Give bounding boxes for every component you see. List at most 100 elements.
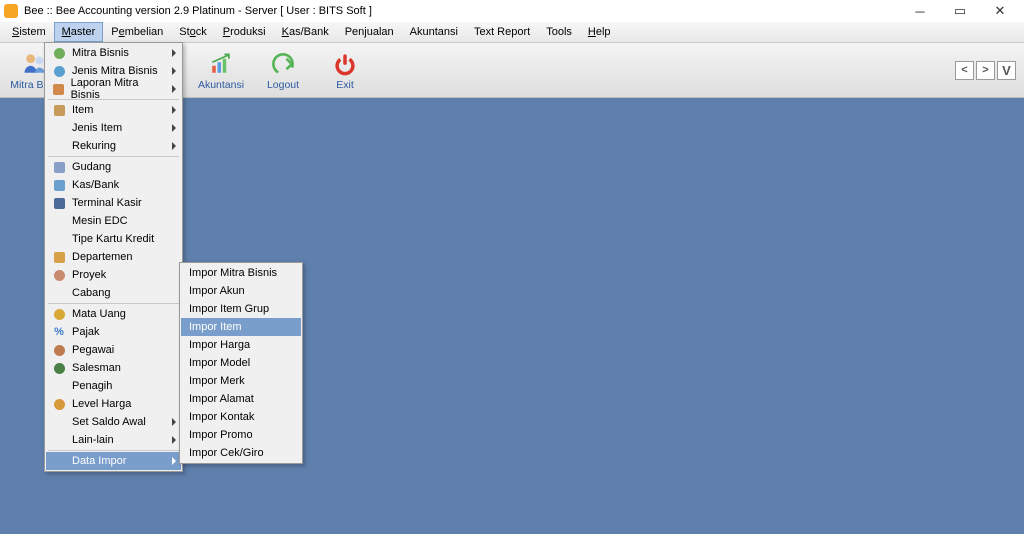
history-nav: < > V (955, 61, 1016, 80)
submenu-item-label: Impor Harga (189, 339, 250, 351)
submenu-item-label: Impor Merk (189, 375, 245, 387)
level-icon (50, 396, 68, 412)
menu-item-mesin-edc[interactable]: Mesin EDC (46, 212, 181, 230)
submenu-impor-item-grup[interactable]: Impor Item Grup (181, 300, 301, 318)
menu-item-label: Tipe Kartu Kredit (72, 233, 154, 245)
menu-item-gudang[interactable]: Gudang (46, 158, 181, 176)
submenu-impor-promo[interactable]: Impor Promo (181, 426, 301, 444)
maximize-button[interactable]: ▭ (940, 0, 980, 22)
menu-item-label: Set Saldo Awal (72, 416, 146, 428)
menu-item-data-impor[interactable]: Data Impor (46, 452, 181, 470)
nav-prev[interactable]: < (955, 61, 974, 80)
application-window: Bee :: Bee Accounting version 2.9 Platin… (0, 0, 1024, 534)
toolbar-exit[interactable]: Exit (314, 45, 376, 95)
department-icon (50, 249, 68, 265)
toolbar-label: Logout (267, 79, 299, 91)
menu-item-penagih[interactable]: Penagih (46, 377, 181, 395)
menu-item-label: Lain-lain (72, 434, 114, 446)
submenu-item-label: Impor Akun (189, 285, 245, 297)
nav-v[interactable]: V (997, 61, 1016, 80)
menu-item-cabang[interactable]: Cabang (46, 284, 181, 302)
report-icon (50, 81, 67, 97)
menu-stock[interactable]: Stock (171, 22, 215, 42)
master-dropdown: Mitra Bisnis Jenis Mitra Bisnis Laporan … (44, 42, 183, 472)
menu-item-mata-uang[interactable]: Mata Uang (46, 305, 181, 323)
logout-icon (269, 50, 297, 78)
menu-item-label: Pajak (72, 326, 100, 338)
menu-item-tipe-kartu-kredit[interactable]: Tipe Kartu Kredit (46, 230, 181, 248)
submenu-impor-cek-giro[interactable]: Impor Cek/Giro (181, 444, 301, 462)
toolbar-label: Exit (336, 79, 354, 91)
menu-item-label: Gudang (72, 161, 111, 173)
toolbar-label: Akuntansi (198, 79, 244, 91)
menubar: Sistem Master Pembelian Stock Produksi K… (0, 22, 1024, 43)
submenu-item-label: Impor Alamat (189, 393, 254, 405)
person-icon (50, 45, 68, 61)
salesman-icon (50, 360, 68, 376)
warehouse-icon (50, 159, 68, 175)
menu-item-kas-bank[interactable]: Kas/Bank (46, 176, 181, 194)
menu-sistem[interactable]: Sistem (4, 22, 54, 42)
menu-item-level-harga[interactable]: Level Harga (46, 395, 181, 413)
employee-icon (50, 342, 68, 358)
submenu-impor-alamat[interactable]: Impor Alamat (181, 390, 301, 408)
chart-icon (207, 50, 235, 78)
submenu-item-label: Impor Item Grup (189, 303, 269, 315)
project-icon (50, 267, 68, 283)
menu-item-label: Mesin EDC (72, 215, 128, 227)
menu-produksi[interactable]: Produksi (215, 22, 274, 42)
percent-icon: % (50, 324, 68, 340)
menu-help[interactable]: Help (580, 22, 619, 42)
menu-item-terminal-kasir[interactable]: Terminal Kasir (46, 194, 181, 212)
submenu-item-label: Impor Cek/Giro (189, 447, 264, 459)
menu-item-laporan-mitra-bisnis[interactable]: Laporan Mitra Bisnis (46, 80, 181, 98)
menu-item-jenis-item[interactable]: Jenis Item (46, 119, 181, 137)
menu-kasbank[interactable]: Kas/Bank (274, 22, 337, 42)
menu-item-item[interactable]: Item (46, 101, 181, 119)
menu-item-label: Mitra Bisnis (72, 47, 129, 59)
menu-item-pegawai[interactable]: Pegawai (46, 341, 181, 359)
toolbar-akuntansi[interactable]: Akuntansi (190, 45, 252, 95)
submenu-impor-harga[interactable]: Impor Harga (181, 336, 301, 354)
menu-item-label: Item (72, 104, 93, 116)
submenu-impor-kontak[interactable]: Impor Kontak (181, 408, 301, 426)
submenu-impor-model[interactable]: Impor Model (181, 354, 301, 372)
menu-item-label: Pegawai (72, 344, 114, 356)
menu-item-rekuring[interactable]: Rekuring (46, 137, 181, 155)
bank-icon (50, 177, 68, 193)
close-button[interactable]: ✕ (980, 0, 1020, 22)
menu-penjualan[interactable]: Penjualan (337, 22, 402, 42)
menu-item-departemen[interactable]: Departemen (46, 248, 181, 266)
submenu-item-label: Impor Mitra Bisnis (189, 267, 277, 279)
menu-item-lain-lain[interactable]: Lain-lain (46, 431, 181, 449)
submenu-impor-mitra-bisnis[interactable]: Impor Mitra Bisnis (181, 264, 301, 282)
menu-item-pajak[interactable]: % Pajak (46, 323, 181, 341)
submenu-impor-merk[interactable]: Impor Merk (181, 372, 301, 390)
menu-item-label: Departemen (72, 251, 133, 263)
menu-tools[interactable]: Tools (538, 22, 580, 42)
menu-text-report[interactable]: Text Report (466, 22, 538, 42)
minimize-button[interactable]: ─ (900, 0, 940, 22)
menu-item-label: Jenis Mitra Bisnis (72, 65, 158, 77)
menu-item-label: Laporan Mitra Bisnis (71, 77, 163, 101)
submenu-item-label: Impor Item (189, 321, 242, 333)
group-icon (50, 63, 68, 79)
menu-item-label: Salesman (72, 362, 121, 374)
menu-master[interactable]: Master (54, 22, 104, 42)
menu-item-label: Data Impor (72, 455, 126, 467)
impor-submenu: Impor Mitra Bisnis Impor Akun Impor Item… (179, 262, 303, 464)
menu-akuntansi[interactable]: Akuntansi (402, 22, 466, 42)
submenu-item-label: Impor Promo (189, 429, 253, 441)
menu-item-proyek[interactable]: Proyek (46, 266, 181, 284)
menu-item-label: Proyek (72, 269, 106, 281)
menu-item-set-saldo-awal[interactable]: Set Saldo Awal (46, 413, 181, 431)
menu-item-salesman[interactable]: Salesman (46, 359, 181, 377)
submenu-impor-akun[interactable]: Impor Akun (181, 282, 301, 300)
nav-next[interactable]: > (976, 61, 995, 80)
terminal-icon (50, 195, 68, 211)
toolbar-logout[interactable]: Logout (252, 45, 314, 95)
submenu-impor-item[interactable]: Impor Item (181, 318, 301, 336)
menu-pembelian[interactable]: Pembelian (103, 22, 171, 42)
submenu-item-label: Impor Kontak (189, 411, 254, 423)
menu-item-mitra-bisnis[interactable]: Mitra Bisnis (46, 44, 181, 62)
